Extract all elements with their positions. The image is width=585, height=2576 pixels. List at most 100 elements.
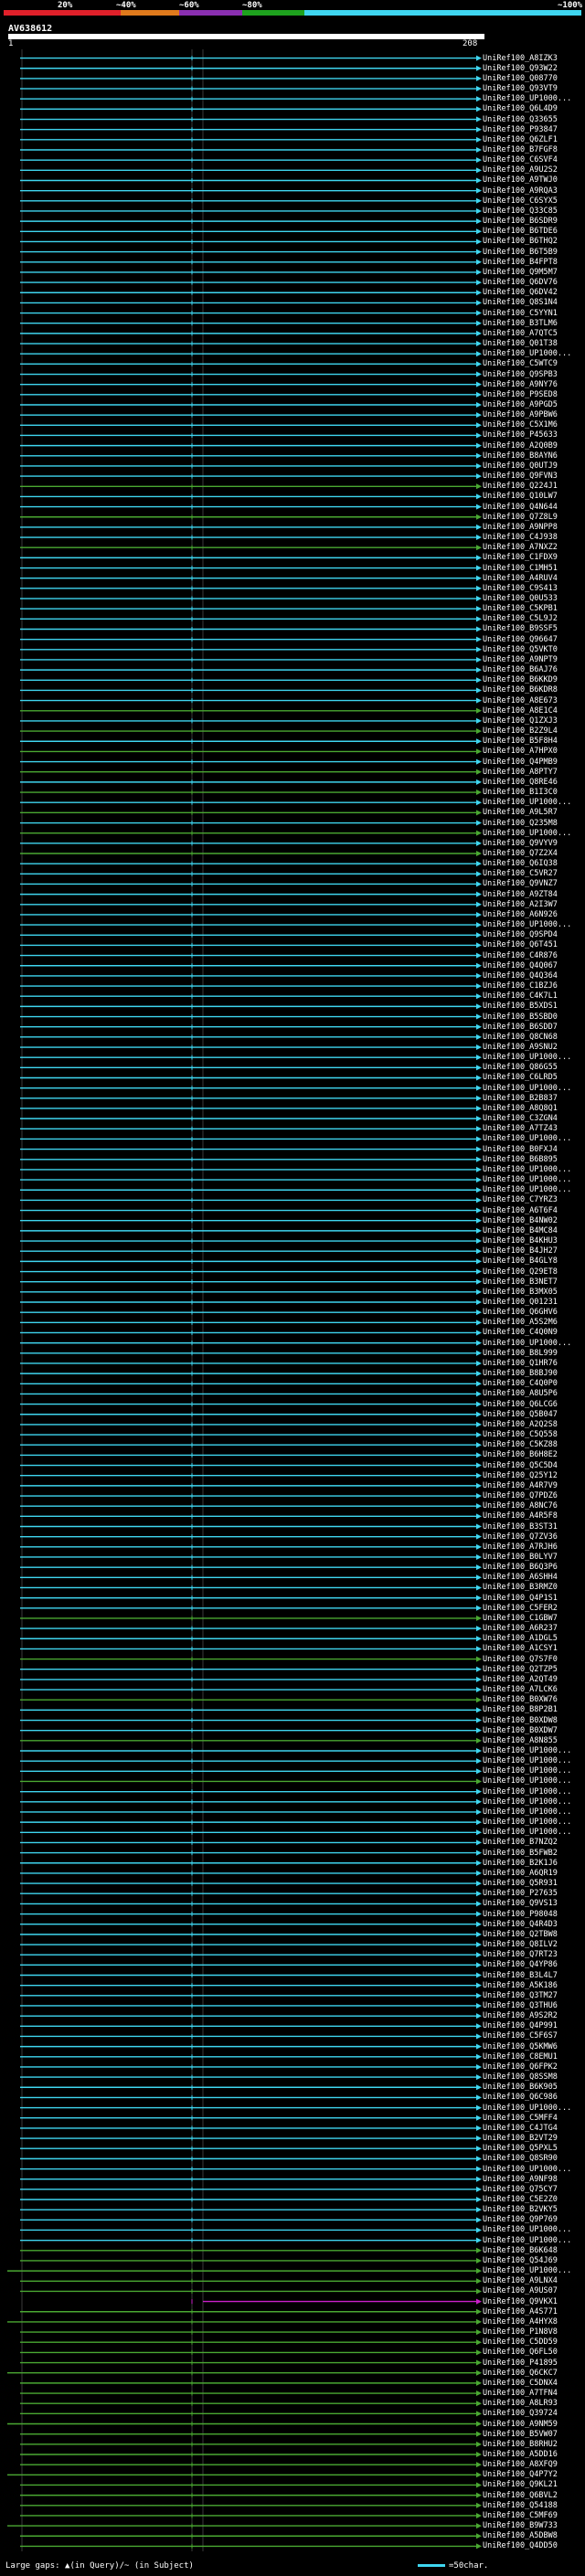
hit-row[interactable] [20, 962, 482, 969]
hit-label[interactable]: UniRef100_Q5R931 [483, 1879, 558, 1888]
hit-label[interactable]: UniRef100_A6T6F4 [483, 1206, 558, 1215]
hit-row[interactable] [20, 1911, 482, 1917]
hit-row[interactable] [20, 442, 482, 449]
hit-row[interactable] [20, 1921, 482, 1927]
hit-label[interactable]: UniRef100_Q86G55 [483, 1063, 558, 1072]
hit-label[interactable]: UniRef100_UP1000... [483, 798, 571, 807]
hit-label[interactable]: UniRef100_Q6LCG6 [483, 1400, 558, 1409]
hit-row[interactable] [20, 1727, 482, 1733]
hit-row[interactable] [20, 524, 482, 530]
hit-label[interactable]: UniRef100_A9NPT9 [483, 655, 558, 664]
hit-label[interactable]: UniRef100_B6K905 [483, 2083, 558, 2092]
hit-row[interactable] [20, 55, 482, 61]
hit-label[interactable]: UniRef100_UP1000... [483, 2266, 571, 2275]
hit-label[interactable]: UniRef100_B7NZQ2 [483, 1838, 558, 1847]
hit-row[interactable] [20, 1156, 482, 1162]
hit-row[interactable] [20, 1523, 482, 1530]
hit-label[interactable]: UniRef100_B5FWB2 [483, 1849, 558, 1858]
hit-row[interactable] [20, 677, 482, 684]
hit-label[interactable]: UniRef100_B6H8E2 [483, 1450, 558, 1459]
hit-row[interactable] [20, 2146, 482, 2152]
hit-row[interactable] [20, 646, 482, 652]
hit-label[interactable]: UniRef100_UP1000... [483, 94, 571, 103]
hit-row[interactable] [20, 462, 482, 469]
hit-label[interactable]: UniRef100_Q0UTJ9 [483, 461, 558, 471]
hit-label[interactable]: UniRef100_C5F6S7 [483, 2031, 558, 2041]
hit-row[interactable] [20, 1605, 482, 1611]
hit-label[interactable]: UniRef100_Q8S1N4 [483, 298, 558, 307]
hit-row[interactable] [20, 2349, 482, 2356]
hit-row[interactable] [20, 891, 482, 897]
hit-label[interactable]: UniRef100_Q01231 [483, 1298, 558, 1307]
hit-row[interactable] [20, 1646, 482, 1652]
hit-row[interactable] [20, 2217, 482, 2223]
hit-label[interactable]: UniRef100_C1FDX9 [483, 553, 558, 562]
hit-row[interactable] [20, 850, 482, 856]
hit-label[interactable]: UniRef100_C5Q558 [483, 1430, 558, 1439]
hit-label[interactable]: UniRef100_P9SED8 [483, 390, 558, 399]
hit-label[interactable]: UniRef100_A8XFQ9 [483, 2460, 558, 2469]
hit-row[interactable] [20, 2451, 482, 2457]
hit-label[interactable]: UniRef100_C7YRZ3 [483, 1195, 558, 1204]
hit-label[interactable]: UniRef100_UP1000... [483, 1339, 571, 1348]
hit-label[interactable]: UniRef100_A9L5R7 [483, 808, 558, 817]
hit-row[interactable] [20, 412, 482, 419]
hit-label[interactable]: UniRef100_UP1000... [483, 1175, 571, 1184]
hit-label[interactable]: UniRef100_Q4DD50 [483, 2541, 558, 2550]
hit-label[interactable]: UniRef100_B6B895 [483, 1155, 558, 1164]
hit-row[interactable] [20, 1391, 482, 1397]
hit-row[interactable] [20, 800, 482, 806]
hit-label[interactable]: UniRef100_A5K186 [483, 1981, 558, 1990]
hit-label[interactable]: UniRef100_UP1000... [483, 2104, 571, 2113]
hit-row[interactable] [20, 1972, 482, 1978]
hit-label[interactable]: UniRef100_UP1000... [483, 349, 571, 358]
hit-row[interactable] [20, 2033, 482, 2040]
hit-row[interactable] [20, 1320, 482, 1326]
hit-label[interactable]: UniRef100_Q6FPK2 [483, 2062, 558, 2072]
hit-row[interactable] [20, 1238, 482, 1245]
hit-label[interactable]: UniRef100_Q75CY7 [483, 2185, 558, 2194]
hit-row[interactable] [20, 1901, 482, 1907]
hit-row[interactable] [20, 2533, 482, 2539]
hit-row[interactable] [20, 1105, 482, 1111]
hit-row[interactable] [20, 983, 482, 990]
hit-label[interactable]: UniRef100_C5WTC9 [483, 359, 558, 368]
hit-row[interactable] [20, 2094, 482, 2101]
hit-label[interactable]: UniRef100_Q9P769 [483, 2215, 558, 2224]
hit-label[interactable]: UniRef100_B2Z9L4 [483, 726, 558, 736]
hit-label[interactable]: UniRef100_Q6ZLF1 [483, 135, 558, 144]
hit-label[interactable]: UniRef100_B6K648 [483, 2246, 558, 2255]
hit-label[interactable]: UniRef100_Q29ET8 [483, 1267, 558, 1277]
hit-label[interactable]: UniRef100_A7QTC5 [483, 329, 558, 338]
hit-row[interactable] [20, 2166, 482, 2172]
hit-label[interactable]: UniRef100_A9NY76 [483, 380, 558, 389]
hit-label[interactable]: UniRef100_B6SDD7 [483, 1023, 558, 1032]
hit-label[interactable]: UniRef100_C6SYX5 [483, 196, 558, 206]
hit-row[interactable] [20, 1146, 482, 1152]
hit-label[interactable]: UniRef100_C5YYN1 [483, 309, 558, 318]
hit-row[interactable] [20, 259, 482, 265]
hit-row[interactable] [20, 1626, 482, 1632]
hit-label[interactable]: UniRef100_Q2TZP5 [483, 1665, 558, 1674]
hit-label[interactable]: UniRef100_C1BZJ6 [483, 981, 558, 991]
hit-label[interactable]: UniRef100_C4R876 [483, 951, 558, 960]
hit-row[interactable] [20, 1421, 482, 1427]
hit-label[interactable]: UniRef100_Q5B047 [483, 1410, 558, 1419]
hit-row[interactable] [20, 371, 482, 377]
hit-row[interactable] [20, 1533, 482, 1540]
hit-label[interactable]: UniRef100_Q54J69 [483, 2256, 558, 2265]
hit-label[interactable]: UniRef100_Q54188 [483, 2501, 558, 2510]
hit-label[interactable]: UniRef100_A9SNU2 [483, 1043, 558, 1052]
hit-label[interactable]: UniRef100_Q4P1S1 [483, 1594, 558, 1603]
hit-label[interactable]: UniRef100_Q6C986 [483, 2093, 558, 2102]
hit-label[interactable]: UniRef100_B6Q3P6 [483, 1563, 558, 1572]
hit-row[interactable] [20, 636, 482, 642]
hit-row[interactable] [20, 1992, 482, 1998]
hit-row[interactable] [20, 972, 482, 979]
hit-row[interactable] [20, 1707, 482, 1713]
hit-row[interactable] [20, 147, 482, 154]
hit-label[interactable]: UniRef100_B6SDR9 [483, 217, 558, 226]
hit-label[interactable]: UniRef100_A2QT49 [483, 1675, 558, 1684]
hit-label[interactable]: UniRef100_UP1000... [483, 1134, 571, 1143]
hit-row[interactable] [20, 483, 482, 490]
